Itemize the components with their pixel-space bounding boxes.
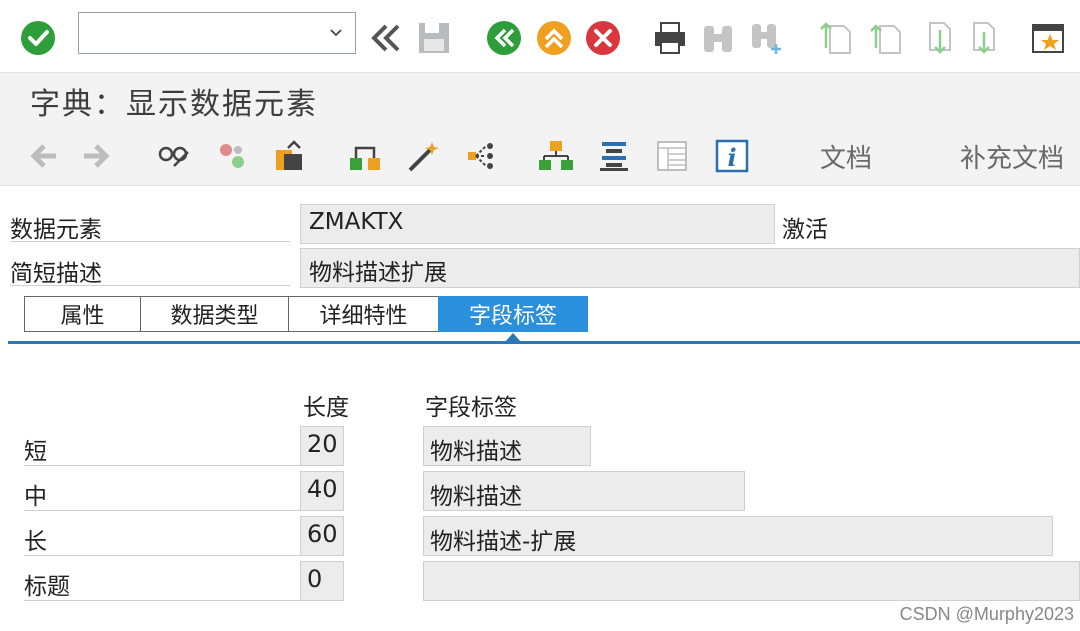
save-icon[interactable] <box>416 20 452 56</box>
label-name-heading: 标题 <box>24 567 300 601</box>
field-label-heading[interactable] <box>423 561 1080 601</box>
hierarchy-icon[interactable] <box>538 138 574 174</box>
label-row-long: 长 60 物料描述-扩展 <box>0 516 1080 560</box>
chevron-down-icon[interactable] <box>325 21 347 43</box>
arrow-right-icon[interactable] <box>80 138 116 174</box>
supplementary-documentation-button[interactable]: 补充文档 <box>960 138 1064 175</box>
label-name-long: 长 <box>24 522 300 556</box>
label-name-short: 短 <box>24 432 300 466</box>
field-label-long[interactable]: 物料描述-扩展 <box>423 516 1053 556</box>
tab-attributes[interactable]: 属性 <box>24 296 140 332</box>
short-description-field[interactable]: 物料描述扩展 <box>300 248 1080 288</box>
watermark: CSDN @Murphy2023 <box>899 604 1074 624</box>
find-icon[interactable] <box>700 20 736 56</box>
system-toolbar <box>0 0 1080 72</box>
tab-divider <box>8 341 1080 344</box>
data-element-row: 数据元素 ZMAKTX 激活 <box>0 204 1080 248</box>
find-next-icon[interactable] <box>748 20 784 56</box>
label-row-heading: 标题 0 <box>0 561 1080 605</box>
new-window-icon[interactable] <box>1030 20 1066 56</box>
tab-strip: 属性 数据类型 详细特性 字段标签 <box>24 296 588 334</box>
navigation-tree-icon[interactable] <box>464 138 500 174</box>
length-field-heading[interactable]: 0 <box>300 561 344 601</box>
status-text: 激活 <box>782 217 828 243</box>
data-element-label: 数据元素 <box>10 210 290 243</box>
documentation-button[interactable]: 文档 <box>820 138 872 175</box>
length-field-long[interactable]: 60 <box>300 516 344 556</box>
activate-icon[interactable] <box>272 138 308 174</box>
short-description-label: 简短描述 <box>10 254 290 287</box>
tab-further-characteristics[interactable]: 详细特性 <box>288 296 438 332</box>
align-icon[interactable] <box>596 138 632 174</box>
field-label-medium[interactable]: 物料描述 <box>423 471 745 511</box>
info-icon[interactable]: i <box>714 138 750 174</box>
active-inactive-icon[interactable] <box>214 138 250 174</box>
table-layout-icon[interactable] <box>654 138 690 174</box>
short-description-row: 简短描述 物料描述扩展 <box>0 248 1080 292</box>
label-row-medium: 中 40 物料描述 <box>0 471 1080 515</box>
title-bar: 字典：显示数据元素 <box>0 72 1080 124</box>
command-input[interactable] <box>79 13 309 53</box>
label-row-short: 短 20 物料描述 <box>0 426 1080 470</box>
length-column-header: 长度 <box>303 395 349 421</box>
svg-text:i: i <box>727 143 736 172</box>
tab-data-type[interactable]: 数据类型 <box>140 296 288 332</box>
label-name-medium: 中 <box>24 477 300 511</box>
print-icon[interactable] <box>652 20 688 56</box>
previous-page-icon[interactable] <box>868 20 904 56</box>
command-field[interactable] <box>78 12 356 54</box>
display-change-icon[interactable] <box>156 138 192 174</box>
cancel-icon[interactable] <box>585 20 621 56</box>
length-field-short[interactable]: 20 <box>300 426 344 466</box>
magic-wand-icon[interactable] <box>406 138 442 174</box>
first-page-icon[interactable] <box>818 20 854 56</box>
field-label-column-header: 字段标签 <box>425 395 517 421</box>
exit-icon[interactable] <box>536 20 572 56</box>
length-field-medium[interactable]: 40 <box>300 471 344 511</box>
next-page-icon[interactable] <box>918 20 954 56</box>
where-used-icon[interactable] <box>346 138 382 174</box>
application-toolbar: i 文档 补充文档 <box>0 124 1080 186</box>
check-icon[interactable] <box>20 20 56 56</box>
double-chevron-left-icon[interactable] <box>368 20 404 56</box>
page-title: 字典：显示数据元素 <box>30 87 318 122</box>
last-page-icon[interactable] <box>966 20 1002 56</box>
field-label-short[interactable]: 物料描述 <box>423 426 591 466</box>
tab-field-label[interactable]: 字段标签 <box>438 296 588 332</box>
arrow-left-icon[interactable] <box>24 138 60 174</box>
data-element-field[interactable]: ZMAKTX <box>300 204 775 244</box>
back-icon[interactable] <box>486 20 522 56</box>
